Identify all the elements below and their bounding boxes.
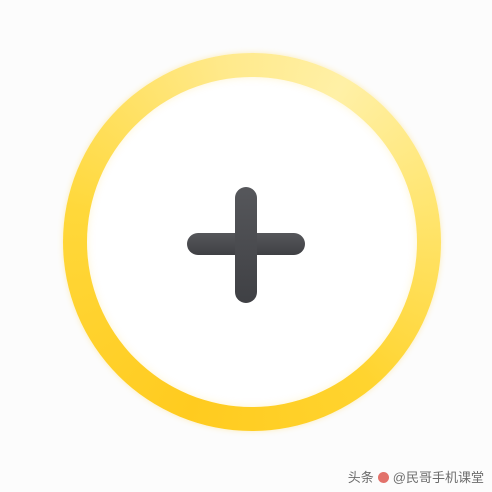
watermark: 头条 @民哥手机课堂 (348, 471, 484, 484)
app-canvas: 头条 @民哥手机课堂 (0, 0, 492, 492)
add-button[interactable] (171, 170, 321, 320)
plus-icon (235, 187, 257, 303)
watermark-logo-icon (377, 472, 389, 483)
watermark-text: @民哥手机课堂 (392, 470, 484, 485)
watermark-prefix: 头条 (347, 470, 374, 485)
